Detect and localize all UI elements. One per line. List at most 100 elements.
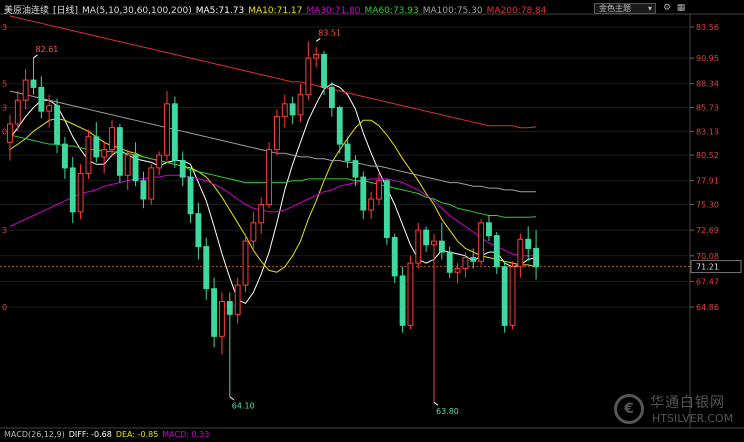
candle-body	[525, 238, 532, 249]
ma100-value: MA100:75.30	[422, 6, 483, 16]
candle-body	[219, 301, 225, 337]
macd-value: MACD: 0.33	[162, 430, 210, 439]
candle-body	[93, 136, 100, 158]
candle-body	[446, 251, 453, 273]
right-tick-label: 67.47	[696, 277, 719, 286]
left-tick-label: 0	[2, 127, 7, 136]
right-tick-label: 72.69	[696, 226, 719, 235]
ma30-value: MA30:71.80	[306, 6, 361, 16]
chevron-down-icon: ▾	[647, 4, 652, 13]
candle-body	[203, 246, 210, 290]
candle-body	[423, 229, 430, 246]
macd-dea: DEA: -0.85	[115, 430, 159, 439]
candle-body	[313, 53, 320, 59]
candle-body	[344, 143, 351, 162]
right-tick-label: 83.56	[696, 23, 719, 32]
annotation-label: 64.10	[232, 402, 255, 411]
candle-body	[305, 57, 312, 96]
candle-body	[281, 103, 288, 118]
right-tick-label: 88.34	[696, 80, 719, 89]
candle-body	[195, 213, 202, 248]
right-tick-label: 90.95	[696, 54, 719, 63]
candle-body	[250, 222, 257, 242]
watermark-subtext: HTSILVER.COM	[652, 412, 734, 425]
candle-body	[101, 149, 108, 158]
candle-body	[336, 107, 343, 145]
candle-body	[289, 103, 296, 116]
left-tick-label: 3	[2, 226, 7, 235]
macd-header: MACD(26,12,9) DIFF: -0.68 DEA: -0.85 MACD: …	[4, 430, 213, 439]
candle-body	[328, 86, 335, 109]
left-tick-label: 0	[2, 303, 7, 312]
theme-select[interactable]: 金色主题 ▾	[594, 3, 656, 14]
candle-body	[321, 53, 327, 88]
candle-body	[61, 143, 68, 169]
left-tick-label: 3	[2, 104, 7, 113]
right-tick-label: 64.86	[696, 303, 719, 312]
candle-body	[226, 301, 233, 315]
candle-body	[124, 154, 131, 176]
candle-body	[46, 105, 53, 112]
candle-body	[187, 176, 194, 215]
candle-body	[533, 247, 540, 268]
candle-body	[109, 127, 115, 151]
candle-body	[415, 229, 422, 264]
right-tick-label: 85.73	[696, 104, 719, 113]
annotation-label: 63.80	[436, 407, 459, 416]
ma-params: MA(5,10,30,60,100,200)	[82, 6, 192, 16]
macd-diff: DIFF: -0.68	[68, 430, 112, 439]
candle-body	[462, 257, 469, 270]
ma10-value: MA10:71.17	[248, 6, 303, 16]
candle-body	[407, 262, 414, 326]
candle-body	[493, 235, 500, 268]
candle-body	[486, 222, 492, 237]
candle-body	[438, 240, 445, 253]
ma60-value: MA60:73.93	[364, 6, 419, 16]
candle-body	[69, 167, 76, 213]
candlestick-chart[interactable]: 82.61 83.51 64.10 63.80 83.56 90.95 88.34 85.7…	[0, 0, 744, 442]
candle-body	[509, 266, 516, 326]
right-tick-label: 75.30	[696, 201, 719, 210]
current-price-label: 71.21	[696, 263, 719, 272]
left-tick-label: 5	[2, 80, 7, 89]
macd-label: MACD(26,12,9)	[4, 430, 65, 439]
candle-body	[368, 198, 375, 211]
candle-body	[517, 238, 524, 268]
candle-body	[258, 204, 265, 224]
candle-body	[399, 275, 406, 326]
left-tick-label: 3	[2, 23, 7, 32]
candle-body	[352, 160, 359, 178]
candle-body	[266, 149, 273, 206]
candle-body	[132, 154, 139, 182]
candle-body	[6, 123, 13, 143]
candle-body	[431, 240, 437, 246]
candle-body	[297, 94, 304, 116]
candle-body	[211, 288, 218, 337]
candle-body	[30, 79, 37, 88]
grid-layout-icon[interactable]: ▦	[676, 3, 686, 13]
candle-body	[360, 176, 367, 211]
candle-body	[54, 105, 60, 145]
candle-body	[171, 103, 178, 162]
settings-icon[interactable]: ⚙	[662, 3, 672, 13]
candle-body	[501, 266, 508, 326]
candle-body	[22, 79, 29, 101]
chart-header: 美原油连续 [日线] MA(5,10,30,60,100,200) MA5:71.73…	[4, 3, 551, 16]
candle-body	[454, 268, 461, 273]
watermark: € 华通白银网 HTSILVER.COM	[610, 392, 740, 438]
period-label[interactable]: [日线]	[53, 6, 78, 16]
theme-select-value: 金色主题	[599, 4, 631, 13]
candle-body	[273, 116, 280, 151]
candle-body	[376, 180, 382, 200]
candle-body	[38, 86, 45, 112]
candle-body	[164, 103, 170, 156]
right-tick-label: 83.13	[696, 127, 719, 136]
candle-body	[242, 240, 249, 286]
candle-body	[77, 172, 84, 213]
instrument-title[interactable]: 美原油连续	[4, 6, 49, 16]
watermark-text: 华通白银网	[650, 395, 725, 411]
candle-body	[470, 257, 477, 262]
candle-body	[478, 222, 485, 262]
candle-body	[391, 236, 398, 277]
candle-body	[234, 284, 241, 315]
